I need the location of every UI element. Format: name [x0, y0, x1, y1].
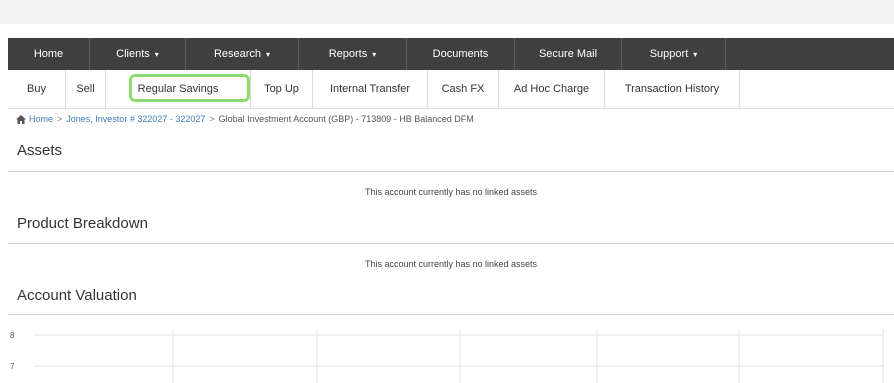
subnav-transaction-history-label: Transaction History: [624, 83, 720, 95]
subnav-regular-savings-label: Regular Savings: [137, 83, 219, 95]
nav-support-label: Support: [649, 48, 689, 60]
account-valuation-chart: 8 7: [10, 329, 884, 383]
breadcrumb-separator: >: [57, 114, 63, 124]
breadcrumb-investor-link[interactable]: Jones, Investor # 322027 - 322027: [66, 114, 205, 124]
subnav-buy-label: Buy: [27, 83, 46, 95]
assets-divider: [8, 171, 894, 172]
nav-home[interactable]: Home: [8, 38, 90, 70]
subnav-transaction-history[interactable]: Transaction History: [605, 70, 740, 108]
breadcrumb: Home > Jones, Investor # 322027 - 322027…: [16, 114, 474, 124]
nav-secure-mail-label: Secure Mail: [538, 48, 598, 60]
breadcrumb-separator: >: [209, 114, 215, 124]
subnav-sell-label: Sell: [76, 83, 95, 95]
subnav-sell[interactable]: Sell: [66, 70, 106, 108]
nav-research[interactable]: Research ▾: [186, 38, 299, 70]
y-tick-label: 8: [10, 331, 15, 340]
subnav-top-up[interactable]: Top Up: [251, 70, 313, 108]
nav-reports[interactable]: Reports ▾: [299, 38, 407, 70]
subnav-cash-fx-label: Cash FX: [441, 83, 485, 95]
assets-empty-message: This account currently has no linked ass…: [364, 187, 538, 197]
product-breakdown-heading: Product Breakdown: [17, 215, 148, 232]
subnav-cash-fx[interactable]: Cash FX: [428, 70, 499, 108]
subnav-ad-hoc-charge[interactable]: Ad Hoc Charge: [499, 70, 605, 108]
account-valuation-heading: Account Valuation: [17, 287, 137, 304]
subnav-regular-savings[interactable]: Regular Savings: [106, 70, 251, 108]
subnav-ad-hoc-charge-label: Ad Hoc Charge: [513, 83, 590, 95]
top-nav: Home Clients ▾ Research ▾ Reports ▾ Docu…: [8, 38, 894, 70]
y-tick-label: 7: [10, 362, 15, 371]
caret-down-icon: ▾: [372, 49, 377, 59]
nav-secure-mail[interactable]: Secure Mail: [515, 38, 622, 70]
nav-documents-label: Documents: [432, 48, 489, 60]
assets-heading: Assets: [17, 142, 63, 159]
nav-documents[interactable]: Documents: [407, 38, 515, 70]
nav-research-label: Research: [213, 48, 262, 60]
subnav-buy[interactable]: Buy: [8, 70, 66, 108]
product-breakdown-divider: [8, 243, 894, 244]
product-breakdown-empty-message: This account currently has no linked ass…: [364, 259, 538, 269]
home-icon: [16, 114, 26, 124]
nav-support[interactable]: Support ▾: [622, 38, 726, 70]
nav-home-label: Home: [33, 48, 64, 60]
breadcrumb-home-link[interactable]: Home: [29, 114, 53, 124]
subnav-internal-transfer-label: Internal Transfer: [329, 83, 411, 95]
sub-nav: Buy Sell Regular Savings Top Up Internal…: [8, 70, 894, 109]
breadcrumb-current-account: Global Investment Account (GBP) - 713809…: [218, 114, 474, 124]
nav-reports-label: Reports: [328, 48, 368, 60]
caret-down-icon: ▾: [154, 49, 159, 59]
subnav-top-up-label: Top Up: [264, 83, 299, 95]
nav-filler: [726, 38, 894, 70]
account-valuation-divider: [8, 314, 894, 315]
nav-clients[interactable]: Clients ▾: [90, 38, 186, 70]
caret-down-icon: ▾: [266, 49, 271, 59]
subnav-internal-transfer[interactable]: Internal Transfer: [313, 70, 428, 108]
caret-down-icon: ▾: [693, 49, 698, 59]
nav-clients-label: Clients: [116, 48, 150, 60]
